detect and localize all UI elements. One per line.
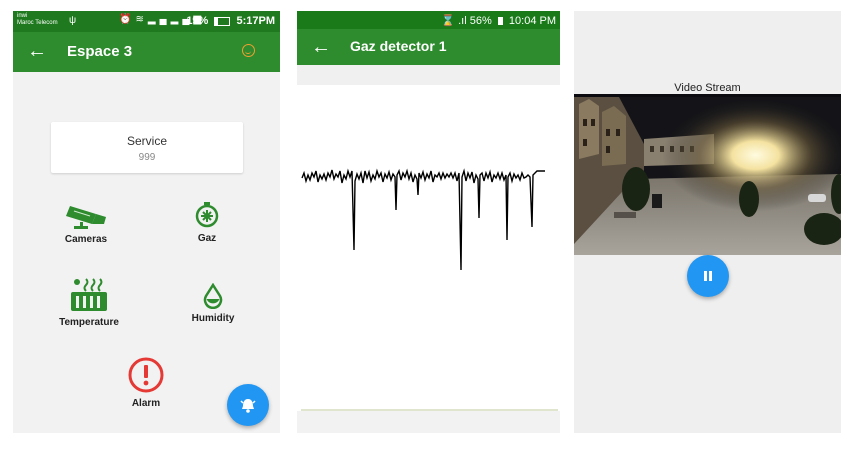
- espace-screen: inwi Maroc Telecom ψ ⏰≋▂▄▂▄▆ 19% 5:17PM …: [13, 11, 280, 433]
- video-stream-screen: Video Stream: [574, 11, 841, 433]
- app-bar: ← Espace 3: [13, 32, 280, 72]
- alarm-fab-button[interactable]: [227, 384, 269, 426]
- alert-circle-icon: [128, 357, 164, 393]
- service-value: 999: [138, 152, 156, 163]
- carrier-line2: Maroc Telecom: [17, 20, 58, 26]
- clock: 5:17PM: [236, 15, 275, 27]
- service-title: Service: [126, 134, 167, 148]
- tile-label-humidity: Humidity: [191, 313, 235, 324]
- page-title: Gaz detector 1: [350, 38, 447, 54]
- back-arrow-icon[interactable]: ←: [311, 37, 331, 57]
- status-icons: ⌛ .ıl: [441, 15, 470, 27]
- carrier-label: inwi Maroc Telecom: [17, 13, 58, 27]
- gas-line-series: [301, 168, 545, 271]
- gaz-detector-screen: ⌛ .ıl 56% 10:04 PM ← Gaz detector 1: [297, 11, 560, 433]
- wifi-icon: ≋: [135, 14, 148, 25]
- gas-graph: [297, 85, 560, 411]
- smiley-icon[interactable]: [242, 44, 255, 57]
- radiator-icon: [71, 278, 107, 311]
- tile-label-alarm: Alarm: [131, 398, 161, 409]
- tile-temperature[interactable]: Temperature: [44, 277, 134, 328]
- video-frame: [574, 94, 841, 255]
- app-bar: ← Gaz detector 1: [297, 29, 560, 65]
- bottom-area: [297, 411, 560, 433]
- tile-cameras[interactable]: Cameras: [41, 200, 131, 245]
- clock: 10:04 PM: [508, 15, 556, 27]
- battery-percent: 56%: [469, 15, 492, 27]
- battery-icon: [497, 17, 503, 26]
- tile-gaz[interactable]: Gaz: [162, 201, 252, 244]
- battery-percent: 19%: [186, 15, 209, 27]
- tile-alarm[interactable]: Alarm: [101, 356, 191, 409]
- water-drop-icon: [203, 283, 223, 309]
- alarm-clock-icon: ⏰: [119, 14, 136, 25]
- video-player[interactable]: [574, 94, 841, 255]
- tile-label-temperature: Temperature: [59, 317, 119, 328]
- header-band: [297, 65, 560, 85]
- page-title: Espace 3: [67, 43, 133, 60]
- status-bar: inwi Maroc Telecom ψ ⏰≋▂▄▂▄▆ 19% 5:17PM: [13, 11, 280, 32]
- carrier-line1: inwi: [17, 13, 28, 19]
- gas-line-chart: [301, 168, 558, 411]
- video-title: Video Stream: [674, 82, 741, 94]
- pause-icon: [704, 271, 712, 281]
- pause-fab-button[interactable]: [687, 255, 729, 297]
- tile-humidity[interactable]: Humidity: [168, 283, 258, 324]
- gas-timer-icon: [195, 202, 219, 228]
- status-bar: ⌛ .ıl 56% 10:04 PM: [297, 11, 560, 29]
- tile-label-gaz: Gaz: [197, 233, 217, 244]
- tile-label-cameras: Cameras: [64, 234, 108, 245]
- usb-icon: ψ: [69, 15, 77, 26]
- back-arrow-icon[interactable]: ←: [27, 41, 47, 61]
- battery-icon: [214, 16, 231, 26]
- alarm-bell-icon: [240, 399, 256, 413]
- service-card[interactable]: Service 999: [51, 122, 243, 173]
- cctv-camera-icon: [66, 206, 106, 229]
- signal-icon: ▂▄: [147, 14, 171, 25]
